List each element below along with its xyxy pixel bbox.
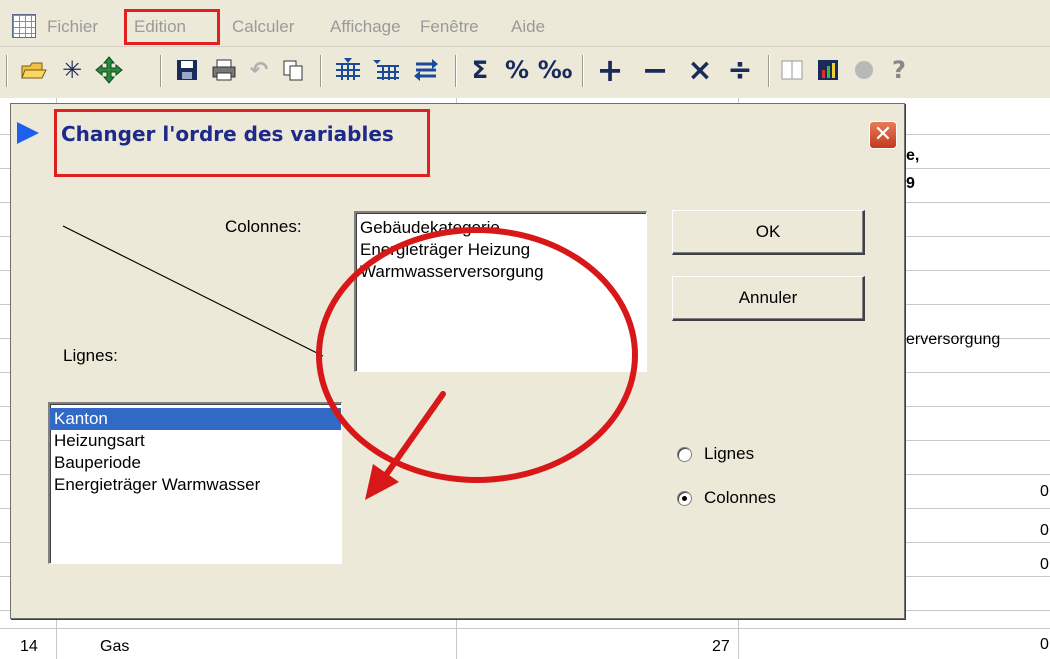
circle-icon[interactable] [848, 53, 880, 87]
sum-button[interactable]: Σ [465, 53, 495, 87]
menu-fenetre[interactable]: Fenêtre [420, 17, 479, 37]
multiply-button[interactable]: × [684, 53, 716, 88]
permille-button[interactable]: ‰ [538, 53, 573, 87]
rows-list-item[interactable]: Energieträger Warmwasser [50, 474, 341, 496]
sheet-column-fragment: erversorgung [906, 331, 1001, 348]
add-button[interactable]: + [594, 51, 626, 89]
rows-list-item-selected[interactable]: Kanton [50, 408, 341, 430]
radio-lignes-label: Lignes [704, 444, 755, 463]
radio-colonnes[interactable]: Colonnes [677, 488, 776, 508]
swap-icon[interactable] [409, 53, 443, 87]
sheet-row-label: Gas [100, 638, 130, 655]
chart-icon[interactable] [812, 53, 844, 87]
asterisk-icon[interactable]: ✳ [56, 53, 88, 87]
radio-colonnes-label: Colonnes [704, 488, 776, 507]
menu-fichier[interactable]: Fichier [47, 17, 98, 37]
sheet-cell-value: 0 [1040, 522, 1049, 539]
dialog-arrow-icon [17, 122, 39, 144]
subtract-button[interactable]: − [638, 51, 672, 89]
sheet-header-fragment: e, [906, 147, 920, 164]
diagonal-divider [62, 225, 324, 357]
toolbar-separator [160, 55, 162, 87]
sheet-cell-value: 0 [1040, 556, 1049, 573]
move-icon[interactable] [92, 53, 126, 87]
divide-button[interactable]: ÷ [724, 53, 756, 88]
insert-columns-icon[interactable] [370, 53, 404, 87]
help-icon[interactable]: ? [884, 53, 914, 87]
rows-list-item[interactable]: Bauperiode [50, 452, 341, 474]
copy-icon[interactable] [278, 53, 308, 87]
close-button[interactable]: ✕ [869, 121, 897, 149]
print-icon[interactable] [208, 53, 240, 87]
app-grid-icon[interactable] [12, 14, 36, 38]
reorder-variables-dialog: Changer l'ordre des variables ✕ Colonnes… [10, 103, 905, 619]
toolbar-separator [768, 55, 770, 87]
menu-bar: Fichier Edition Calculer Affichage Fenêt… [0, 0, 1050, 47]
sheet-header-fragment: 9 [906, 175, 915, 192]
save-icon[interactable] [171, 53, 203, 87]
lignes-label: Lignes: [63, 346, 118, 365]
radio-lignes-circle[interactable] [677, 446, 692, 462]
open-icon[interactable] [16, 53, 52, 87]
rows-listbox[interactable]: Kanton Heizungsart Bauperiode Energieträ… [48, 402, 342, 564]
insert-rows-icon[interactable] [331, 53, 365, 87]
split-view-icon[interactable] [776, 53, 808, 87]
rows-list-item[interactable]: Heizungsart [50, 430, 341, 452]
cancel-button[interactable]: Annuler [672, 276, 865, 321]
toolbar-separator [582, 55, 584, 87]
radio-colonnes-circle[interactable] [677, 490, 692, 506]
menu-affichage[interactable]: Affichage [330, 17, 401, 37]
title-highlight-box [54, 109, 430, 177]
sheet-cell-value: 0 [1040, 483, 1049, 500]
toolbar: ✳ ↶ Σ % ‰ + − × ÷ ? [0, 47, 1050, 97]
percent-button[interactable]: % [500, 53, 534, 87]
ok-button[interactable]: OK [672, 210, 865, 255]
menu-calculer[interactable]: Calculer [232, 17, 294, 37]
sheet-row-value: 27 [712, 638, 730, 655]
dialog-title-bar[interactable]: Changer l'ordre des variables ✕ [11, 104, 904, 177]
sheet-row-number: 14 [20, 638, 38, 655]
radio-lignes[interactable]: Lignes [677, 444, 754, 464]
toolbar-separator [455, 55, 457, 87]
undo-icon[interactable]: ↶ [244, 53, 274, 87]
annotation-arrow [365, 391, 446, 500]
sheet-cell-value: 0 [1040, 636, 1049, 653]
colonnes-label: Colonnes: [225, 217, 302, 236]
edition-highlight-box [124, 9, 220, 45]
menu-aide[interactable]: Aide [511, 17, 545, 37]
toolbar-separator [320, 55, 322, 87]
toolbar-separator [6, 55, 8, 87]
